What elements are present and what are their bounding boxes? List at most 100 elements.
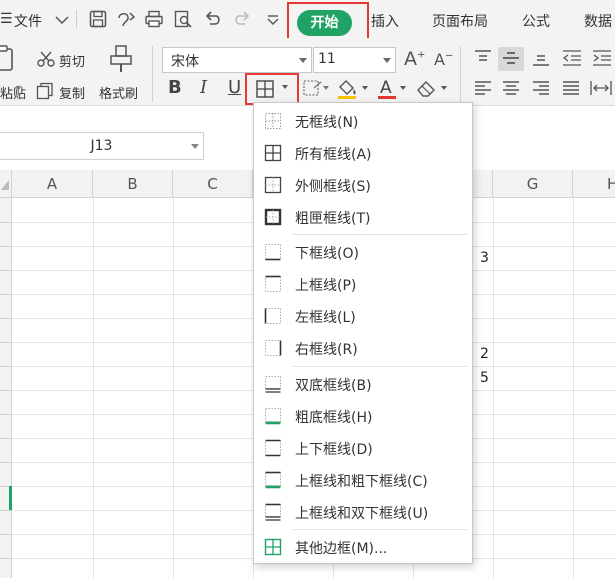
menu-item-no-border[interactable]: 无框线(N) bbox=[254, 106, 472, 136]
font-size-select[interactable]: 11 bbox=[313, 47, 396, 73]
paste-dropdown-icon[interactable]: ▾ bbox=[16, 83, 21, 94]
copy-label[interactable]: 复制 bbox=[59, 83, 85, 102]
menu-item-label: 上框线和粗下框线(C) bbox=[295, 474, 428, 490]
menu-item-right-border[interactable]: 右框线(R) bbox=[254, 333, 472, 363]
menu-item-double-bottom-border[interactable]: 双底框线(B) bbox=[254, 369, 472, 399]
column-header-h[interactable]: H bbox=[573, 170, 615, 198]
align-left-icon[interactable] bbox=[474, 80, 492, 96]
column-header-g[interactable]: G bbox=[493, 170, 573, 198]
increase-font-size-button[interactable]: A+ bbox=[404, 48, 425, 70]
cell-value[interactable]: 2 bbox=[480, 346, 489, 362]
top-bottom-border-icon bbox=[264, 439, 282, 457]
fill-color-icon[interactable] bbox=[335, 76, 359, 100]
menu-item-left-border[interactable]: 左框线(L) bbox=[254, 301, 472, 331]
menu-item-label: 下框线(O) bbox=[295, 246, 359, 262]
menu-item-thick-box-border[interactable]: 粗匣框线(T) bbox=[254, 202, 472, 232]
redo-icon[interactable] bbox=[232, 9, 252, 29]
chevron-down-icon[interactable] bbox=[440, 84, 448, 92]
menu-separator bbox=[292, 234, 468, 235]
decrease-indent-icon[interactable] bbox=[562, 50, 582, 66]
svg-text:A: A bbox=[380, 78, 392, 98]
bold-button[interactable]: B bbox=[168, 77, 182, 98]
row-header-divider bbox=[0, 390, 12, 391]
menu-item-more-borders[interactable]: 其他边框(M)... bbox=[254, 532, 472, 562]
table-style-icon[interactable] bbox=[302, 78, 324, 98]
cell-value[interactable]: 5 bbox=[480, 370, 489, 386]
eraser-icon[interactable] bbox=[415, 78, 437, 98]
align-top-icon[interactable] bbox=[474, 50, 492, 66]
top-border-icon bbox=[264, 275, 282, 293]
row-header-divider bbox=[0, 414, 12, 415]
chevron-down-icon[interactable] bbox=[191, 144, 199, 149]
chevron-down-icon[interactable] bbox=[361, 84, 369, 92]
column-gridline bbox=[173, 198, 174, 578]
column-gridline bbox=[93, 198, 94, 578]
row-header-divider bbox=[0, 294, 12, 295]
active-row-indicator bbox=[9, 486, 12, 510]
chevron-down-icon[interactable] bbox=[52, 10, 72, 30]
menu-item-top-bottom-border[interactable]: 上下框线(D) bbox=[254, 433, 472, 463]
hamburger-icon[interactable]: ☰ bbox=[0, 11, 13, 27]
format-painter-icon[interactable] bbox=[107, 44, 135, 74]
quick-access-more-icon[interactable] bbox=[263, 10, 283, 30]
file-menu[interactable]: 文件 bbox=[14, 11, 42, 31]
row-header-divider bbox=[0, 318, 12, 319]
row-header-divider bbox=[0, 270, 12, 271]
menu-item-label: 外侧框线(S) bbox=[295, 179, 371, 195]
menu-bar: ☰ 文件 开始 插入 页面布局 公式 数据 bbox=[0, 0, 615, 42]
align-bottom-icon[interactable] bbox=[532, 50, 550, 66]
menu-item-thick-bottom-border[interactable]: 粗底框线(H) bbox=[254, 401, 472, 431]
cut-label[interactable]: 剪切 bbox=[59, 51, 85, 70]
save-icon[interactable] bbox=[88, 9, 108, 29]
italic-button[interactable]: I bbox=[200, 77, 207, 98]
font-size-value: 11 bbox=[318, 51, 336, 67]
align-center-icon[interactable] bbox=[502, 80, 520, 96]
more-borders-icon bbox=[264, 538, 282, 556]
copy-icon[interactable] bbox=[36, 82, 54, 100]
menu-item-top-double-bottom-border[interactable]: 上框线和双下框线(U) bbox=[254, 497, 472, 527]
decrease-font-size-button[interactable]: A− bbox=[434, 50, 453, 69]
increase-indent-icon[interactable] bbox=[592, 50, 612, 66]
align-right-icon[interactable] bbox=[532, 80, 550, 96]
underline-button[interactable]: U bbox=[228, 77, 241, 98]
tab-insert[interactable]: 插入 bbox=[371, 11, 399, 31]
format-painter-label[interactable]: 格式刷 bbox=[99, 83, 138, 102]
menu-item-all-borders[interactable]: 所有框线(A) bbox=[254, 138, 472, 168]
chevron-down-icon[interactable] bbox=[322, 84, 330, 92]
name-box[interactable]: J13 bbox=[0, 132, 204, 160]
distributed-align-icon[interactable] bbox=[590, 80, 612, 96]
paste-icon[interactable] bbox=[0, 44, 18, 72]
thick-box-border-icon bbox=[264, 208, 282, 226]
chevron-down-icon[interactable] bbox=[399, 84, 407, 92]
tab-formulas[interactable]: 公式 bbox=[522, 11, 550, 31]
menu-item-label: 其他边框(M)... bbox=[295, 541, 388, 557]
border-dropdown-icon[interactable] bbox=[281, 83, 289, 91]
align-middle-icon[interactable] bbox=[502, 50, 520, 66]
tab-page-layout[interactable]: 页面布局 bbox=[432, 11, 488, 31]
menu-item-bottom-border[interactable]: 下框线(O) bbox=[254, 237, 472, 267]
print-preview-icon[interactable] bbox=[173, 9, 193, 29]
top-double-bottom-border-icon bbox=[264, 503, 282, 521]
menu-item-outside-borders[interactable]: 外侧框线(S) bbox=[254, 170, 472, 200]
redo-history-icon[interactable] bbox=[116, 9, 136, 29]
all-borders-icon[interactable] bbox=[255, 79, 275, 99]
row-header-divider bbox=[0, 438, 12, 439]
column-header-c[interactable]: C bbox=[173, 170, 253, 198]
column-header-a[interactable]: A bbox=[12, 170, 93, 198]
print-icon[interactable] bbox=[144, 9, 164, 29]
menu-item-top-border[interactable]: 上框线(P) bbox=[254, 269, 472, 299]
font-color-icon[interactable]: A bbox=[376, 76, 398, 100]
cell-value[interactable]: 3 bbox=[480, 250, 489, 266]
row-header-divider bbox=[0, 342, 12, 343]
menu-item-top-thick-bottom-border[interactable]: 上框线和粗下框线(C) bbox=[254, 465, 472, 495]
column-header-b[interactable]: B bbox=[93, 170, 173, 198]
scissors-icon[interactable] bbox=[36, 50, 56, 68]
justify-icon[interactable] bbox=[562, 80, 580, 96]
undo-icon[interactable] bbox=[203, 9, 223, 29]
tab-start[interactable]: 开始 bbox=[297, 10, 352, 36]
tab-data[interactable]: 数据 bbox=[584, 11, 612, 31]
select-all-corner[interactable] bbox=[0, 170, 12, 198]
font-name-select[interactable]: 宋体 bbox=[162, 47, 312, 73]
row-header-divider bbox=[0, 534, 12, 535]
paste-label[interactable]: 粘贴 bbox=[0, 83, 26, 102]
